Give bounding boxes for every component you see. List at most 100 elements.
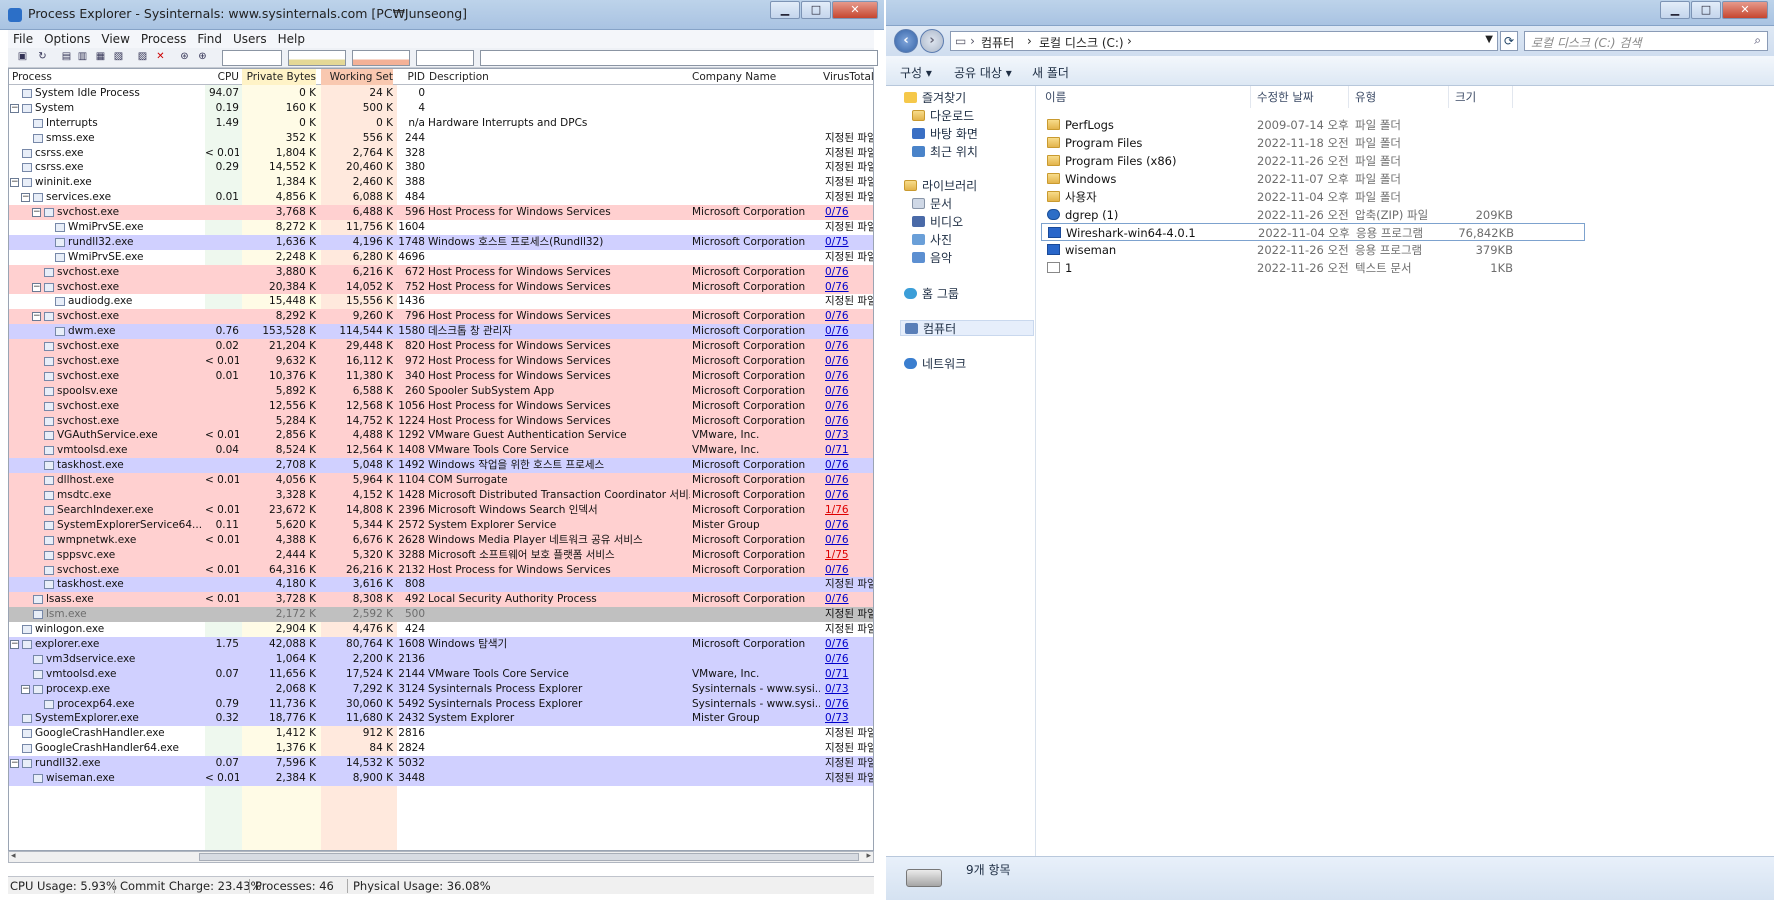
scroll-left-arrow[interactable]: ◂ xyxy=(11,851,16,861)
nav-favorites[interactable]: 즐겨찾기 xyxy=(904,90,966,106)
col-private-bytes[interactable]: Private Bytes xyxy=(242,69,316,85)
save-icon[interactable]: ▣ xyxy=(16,51,29,63)
process-virustotal[interactable]: 0/76 xyxy=(825,399,873,414)
process-row[interactable]: WmiPrvSE.exe 2,248 K 6,280 K 4696 지정된 파일을 xyxy=(9,250,873,265)
new-folder-button[interactable]: 새 폴더 xyxy=(1032,64,1069,81)
breadcrumb[interactable]: ▭ › 컴퓨터 › 로컬 디스크 (C:) › ▼ xyxy=(950,31,1498,51)
process-row[interactable]: System Idle Process 94.07 0 K 24 K 0 xyxy=(9,86,873,101)
tree-collapse-icon[interactable]: − xyxy=(32,208,41,218)
process-virustotal[interactable]: 0/76 xyxy=(825,205,873,220)
back-button[interactable]: ‹ xyxy=(894,29,918,53)
process-row[interactable]: SearchIndexer.exe < 0.01 23,672 K 14,808 K 2… xyxy=(9,502,873,518)
process-virustotal[interactable]: 0/76 xyxy=(825,309,873,324)
process-virustotal[interactable]: 0/76 xyxy=(825,533,873,548)
col-cpu[interactable]: CPU xyxy=(205,69,239,85)
pe-titlebar[interactable]: Process Explorer - Sysinternals: www.sys… xyxy=(0,0,884,30)
process-virustotal[interactable]: 0/71 xyxy=(825,667,873,682)
search-input[interactable]: 로컬 디스크 (C:) 검색 ⌕ xyxy=(1524,31,1768,51)
process-row[interactable]: lsass.exe < 0.01 3,728 K 8,308 K 492 Local Se… xyxy=(9,592,873,608)
commit-graph-mini[interactable] xyxy=(288,50,346,66)
share-with-menu[interactable]: 공유 대상 ▾ xyxy=(954,64,1012,81)
file-row[interactable]: Program Files (x86) 2022-11-26 오전 3... 파일 … xyxy=(1041,152,1585,170)
refresh-icon[interactable]: ⟳ xyxy=(1500,31,1518,51)
process-virustotal[interactable]: 0/76 xyxy=(825,339,873,354)
process-virustotal[interactable]: 0/71 xyxy=(825,443,873,458)
process-row[interactable]: rundll32.exe 1,636 K 4,196 K 1748 Windows 호스… xyxy=(9,234,873,250)
io-graph-mini[interactable] xyxy=(416,50,474,66)
process-virustotal[interactable]: 0/76 xyxy=(825,369,873,384)
tree-collapse-icon[interactable]: − xyxy=(32,312,41,322)
find-icon[interactable]: ⊛ xyxy=(178,51,191,63)
process-row[interactable]: csrss.exe 0.29 14,552 K 20,460 K 380 지정된 파일을 xyxy=(9,160,873,175)
process-row[interactable]: SystemExplorer.exe 0.32 18,776 K 11,680 K 24… xyxy=(9,711,873,727)
process-row[interactable]: − explorer.exe 1.75 42,088 K 80,764 K 1608 Win… xyxy=(9,636,873,652)
col-company[interactable]: Company Name xyxy=(692,69,822,85)
process-row[interactable]: − rundll32.exe 0.07 7,596 K 14,532 K 5032 지정된 … xyxy=(9,756,873,771)
menu-process[interactable]: Process xyxy=(136,30,193,46)
col-process[interactable]: Process xyxy=(12,69,202,85)
address-history-dropdown-icon[interactable]: ▼ xyxy=(1485,34,1493,45)
close-button[interactable]: ✕ xyxy=(832,1,878,19)
tree-collapse-icon[interactable]: − xyxy=(21,684,30,694)
menu-options[interactable]: Options xyxy=(39,30,96,46)
process-virustotal[interactable]: 0/76 xyxy=(825,458,873,473)
tree-collapse-icon[interactable]: − xyxy=(21,193,30,203)
menu-find[interactable]: Find xyxy=(192,30,228,46)
process-row[interactable]: − svchost.exe 20,384 K 14,052 K 752 Host Proc… xyxy=(9,279,873,295)
process-virustotal[interactable]: 0/76 xyxy=(825,652,873,667)
tree-collapse-icon[interactable]: − xyxy=(10,639,19,649)
process-row[interactable]: Interrupts 1.49 0 K 0 K n/a Hardware Interrup… xyxy=(9,116,873,131)
process-virustotal[interactable]: 0/76 xyxy=(825,592,873,607)
process-row[interactable]: vmtoolsd.exe 0.04 8,524 K 12,564 K 1408 VMwar… xyxy=(9,443,873,459)
process-virustotal[interactable]: 0/76 xyxy=(825,488,873,503)
process-row[interactable]: VGAuthService.exe < 0.01 2,856 K 4,488 K 129… xyxy=(9,428,873,444)
scroll-thumb[interactable] xyxy=(199,853,859,861)
menu-users[interactable]: Users xyxy=(228,30,273,46)
process-list[interactable]: Process CPU Private Bytes Working Set PI… xyxy=(8,68,874,851)
process-row[interactable]: svchost.exe < 0.01 9,632 K 16,112 K 972 Host … xyxy=(9,354,873,369)
process-virustotal[interactable]: 0/76 xyxy=(825,563,873,578)
system-info-icon[interactable]: ▤ xyxy=(60,51,73,63)
process-row[interactable]: − procexp.exe 2,068 K 7,292 K 3124 Sysinterna… xyxy=(9,681,873,697)
process-virustotal[interactable]: 0/76 xyxy=(825,697,873,712)
nav-homegroup[interactable]: 홈 그룹 xyxy=(904,286,959,302)
process-row[interactable]: svchost.exe 0.02 21,204 K 29,448 K 820 Host P… xyxy=(9,339,873,355)
forward-button[interactable]: › xyxy=(920,29,944,53)
process-virustotal[interactable]: 0/76 xyxy=(825,473,873,488)
process-virustotal[interactable]: 0/76 xyxy=(825,518,873,533)
nav-computer[interactable]: 컴퓨터 xyxy=(900,320,1034,336)
dll-view-icon[interactable]: ▧ xyxy=(112,51,125,63)
process-virustotal[interactable]: 0/75 xyxy=(825,235,873,250)
process-row[interactable]: taskhost.exe 2,708 K 5,048 K 1492 Windows 작업… xyxy=(9,458,873,474)
process-row[interactable]: dllhost.exe < 0.01 4,056 K 5,964 K 1104 COM S… xyxy=(9,473,873,489)
process-row[interactable]: − services.exe 0.01 4,856 K 6,088 K 484 지정된 파일… xyxy=(9,190,873,205)
nav-videos[interactable]: 비디오 xyxy=(912,214,963,230)
process-row[interactable]: − System 0.19 160 K 500 K 4 xyxy=(9,101,873,116)
process-row[interactable]: wiseman.exe < 0.01 2,384 K 8,900 K 3448 지정된 파… xyxy=(9,770,873,786)
file-row[interactable]: 사용자 2022-11-04 오후 6... 파일 폴더 xyxy=(1041,188,1585,206)
file-row[interactable]: Windows 2022-11-07 오후 3... 파일 폴더 xyxy=(1041,170,1585,188)
process-virustotal[interactable]: 0/73 xyxy=(825,428,873,443)
process-row[interactable]: GoogleCrashHandler64.exe 1,376 K 84 K 2824 지… xyxy=(9,741,873,756)
organize-menu[interactable]: 구성 ▾ xyxy=(900,64,932,81)
process-virustotal[interactable]: 1/75 xyxy=(825,548,873,563)
process-virustotal[interactable]: 0/73 xyxy=(825,711,873,726)
process-row[interactable]: − svchost.exe 8,292 K 9,260 K 796 Host Proces… xyxy=(9,309,873,325)
process-row[interactable]: svchost.exe 3,880 K 6,216 K 672 Host Process… xyxy=(9,264,873,280)
nav-libraries[interactable]: 라이브러리 xyxy=(904,178,977,194)
process-row[interactable]: csrss.exe < 0.01 1,804 K 2,764 K 328 지정된 파일을 xyxy=(9,146,873,161)
process-row[interactable]: msdtc.exe 3,328 K 4,152 K 1428 Microsoft Dis… xyxy=(9,488,873,503)
process-virustotal[interactable]: 0/76 xyxy=(825,265,873,280)
nav-recent-places[interactable]: 최근 위치 xyxy=(912,144,978,160)
process-row[interactable]: − wininit.exe 1,384 K 2,460 K 388 지정된 파일을 xyxy=(9,175,873,190)
tree-collapse-icon[interactable]: − xyxy=(10,103,19,113)
breadcrumb-computer[interactable]: 컴퓨터 xyxy=(981,34,1014,51)
col-working-set[interactable]: Working Set xyxy=(321,69,393,85)
breadcrumb-local-disk[interactable]: 로컬 디스크 (C:) xyxy=(1039,34,1124,51)
ex-close-button[interactable]: ✕ xyxy=(1722,1,1768,19)
process-row[interactable]: spoolsv.exe 5,892 K 6,588 K 260 Spooler SubS… xyxy=(9,383,873,399)
cpu-graph-mini[interactable] xyxy=(222,50,282,66)
process-virustotal[interactable]: 0/76 xyxy=(825,354,873,369)
col-size[interactable]: 크기 xyxy=(1449,86,1513,108)
file-row[interactable]: PerfLogs 2009-07-14 오후 1... 파일 폴더 xyxy=(1041,116,1585,134)
